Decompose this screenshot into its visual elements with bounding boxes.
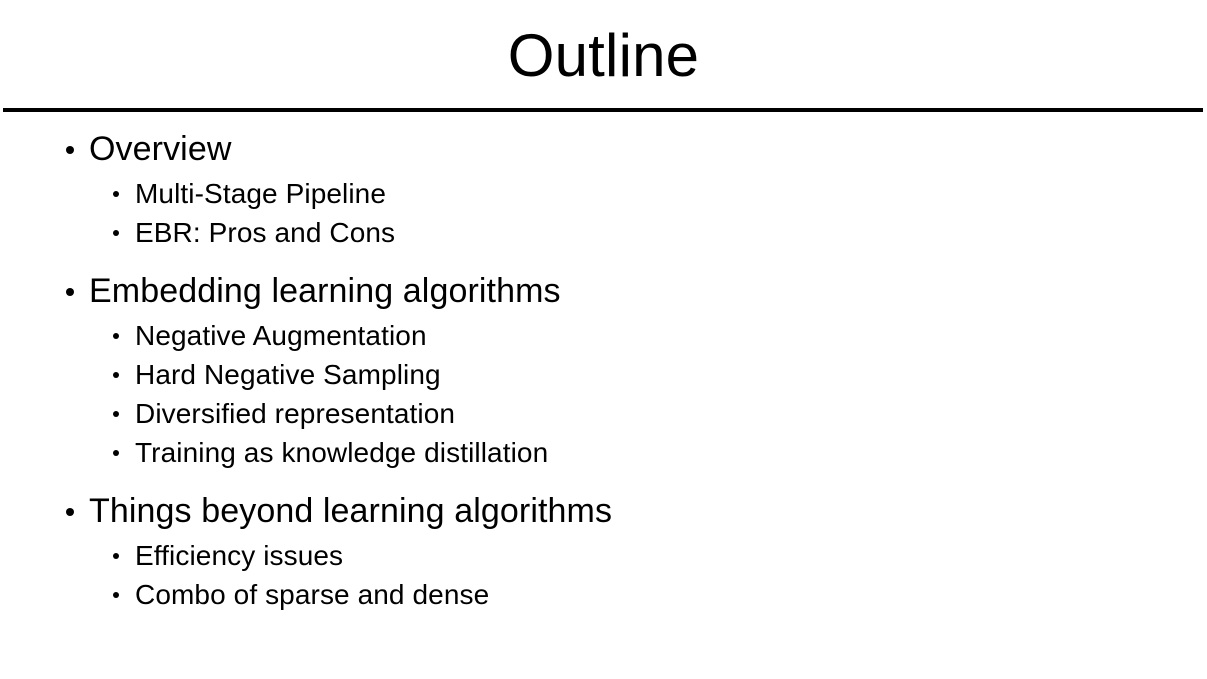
outline-sublist: Efficiency issues Combo of sparse and de… <box>0 536 1207 614</box>
title-divider-rule <box>3 108 1203 112</box>
bullet-dot-icon <box>66 145 74 154</box>
outline-item-level1: Embedding learning algorithms <box>0 268 1207 315</box>
outline-item-level2-label: Combo of sparse and dense <box>135 579 490 610</box>
outline-item-level2-label: Diversified representation <box>135 398 456 429</box>
outline-item-level1: Overview <box>0 126 1207 173</box>
outline-section: Things beyond learning algorithms Effici… <box>0 488 1207 614</box>
outline-item-level2: Hard Negative Sampling <box>0 355 1207 394</box>
outline-item-level2: Training as knowledge distillation <box>0 433 1207 472</box>
bullet-dot-icon <box>113 371 119 378</box>
outline-item-level2-label: Training as knowledge distillation <box>135 437 549 468</box>
outline-item-level2-label: Multi-Stage Pipeline <box>135 178 387 209</box>
outline-item-level2: Diversified representation <box>0 394 1207 433</box>
outline-item-level2-label: Negative Augmentation <box>135 320 427 351</box>
outline-item-level1-label: Things beyond learning algorithms <box>89 492 613 530</box>
outline-item-level1-label: Embedding learning algorithms <box>89 272 561 310</box>
outline-item-level2: EBR: Pros and Cons <box>0 213 1207 252</box>
outline-section: Overview Multi-Stage Pipeline EBR: Pros … <box>0 126 1207 252</box>
outline-sublist: Multi-Stage Pipeline EBR: Pros and Cons <box>0 174 1207 252</box>
outline-item-level2: Efficiency issues <box>0 536 1207 575</box>
outline-sublist: Negative Augmentation Hard Negative Samp… <box>0 316 1207 472</box>
bullet-dot-icon <box>113 410 119 417</box>
bullet-dot-icon <box>113 332 119 339</box>
bullet-dot-icon <box>66 507 74 516</box>
slide-title: Outline <box>507 22 700 89</box>
bullet-dot-icon <box>113 190 119 197</box>
outline-item-level1-label: Overview <box>89 130 232 168</box>
outline-item-level2: Multi-Stage Pipeline <box>0 174 1207 213</box>
bullet-dot-icon <box>113 591 119 598</box>
outline-item-level2: Negative Augmentation <box>0 316 1207 355</box>
outline-item-level2-label: EBR: Pros and Cons <box>135 217 396 248</box>
outline-list: Overview Multi-Stage Pipeline EBR: Pros … <box>0 126 1207 614</box>
presentation-slide: Outline Overview Multi-Stage Pipeline EB… <box>0 0 1207 679</box>
outline-item-level2-label: Hard Negative Sampling <box>135 359 441 390</box>
outline-item-level1: Things beyond learning algorithms <box>0 488 1207 535</box>
outline-item-level2: Combo of sparse and dense <box>0 575 1207 614</box>
outline-section: Embedding learning algorithms Negative A… <box>0 268 1207 472</box>
bullet-dot-icon <box>113 229 119 236</box>
bullet-dot-icon <box>66 287 74 296</box>
bullet-dot-icon <box>113 449 119 456</box>
outline-item-level2-label: Efficiency issues <box>135 540 344 571</box>
bullet-dot-icon <box>113 552 119 559</box>
